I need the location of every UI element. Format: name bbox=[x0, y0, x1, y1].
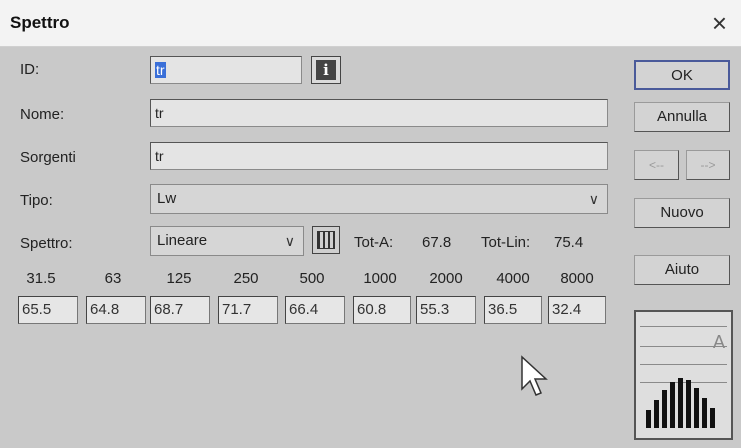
band-value-input[interactable]: 36.5 bbox=[484, 296, 542, 324]
spectrum-bar bbox=[686, 380, 691, 428]
freq-label: 63 bbox=[104, 270, 122, 287]
band-value-input[interactable]: 60.8 bbox=[353, 296, 411, 324]
tipo-value: Lw bbox=[157, 190, 177, 207]
freq-label: 4000 bbox=[496, 270, 530, 287]
freq-label: 125 bbox=[166, 270, 192, 287]
annulla-button[interactable]: Annulla bbox=[634, 102, 730, 132]
freq-label: 8000 bbox=[560, 270, 594, 287]
band-value-input[interactable]: 66.4 bbox=[285, 296, 345, 324]
prev-button[interactable]: <-- bbox=[634, 150, 679, 180]
spectrum-bar bbox=[678, 378, 683, 428]
sorgenti-field[interactable]: tr bbox=[150, 142, 608, 170]
spettro-label: Spettro: bbox=[20, 235, 73, 252]
calculator-button[interactable] bbox=[312, 226, 340, 254]
spectrum-bar bbox=[662, 390, 667, 428]
close-icon[interactable]: × bbox=[712, 8, 727, 38]
spettro-value: Lineare bbox=[157, 232, 208, 249]
spectrum-bar bbox=[710, 408, 715, 428]
band-value-input[interactable]: 32.4 bbox=[548, 296, 606, 324]
tipo-select[interactable]: Lw ∨ bbox=[150, 184, 608, 214]
freq-label: 1000 bbox=[363, 270, 397, 287]
gridline bbox=[640, 382, 727, 383]
band-value-input[interactable]: 65.5 bbox=[18, 296, 78, 324]
gridline bbox=[640, 326, 727, 327]
tot-lin-value: 75.4 bbox=[554, 234, 584, 251]
tot-lin-label: Tot-Lin: bbox=[481, 234, 531, 251]
spectrum-bar bbox=[694, 388, 699, 428]
info-button[interactable]: i bbox=[311, 56, 341, 84]
chevron-down-icon: ∨ bbox=[588, 191, 599, 207]
ok-button[interactable]: OK bbox=[634, 60, 730, 90]
spectrum-thumbnail: A bbox=[634, 310, 733, 440]
sorgenti-label: Sorgenti bbox=[20, 149, 76, 166]
id-label: ID: bbox=[20, 61, 40, 78]
chevron-down-icon: ∨ bbox=[284, 233, 295, 249]
weighting-label: A bbox=[712, 332, 725, 352]
tot-a-label: Tot-A: bbox=[354, 234, 394, 251]
next-button[interactable]: --> bbox=[686, 150, 730, 180]
aiuto-button[interactable]: Aiuto bbox=[634, 255, 730, 285]
spectrum-bar bbox=[646, 410, 651, 428]
nome-field[interactable]: tr bbox=[150, 99, 608, 127]
title-bar: Spettro × bbox=[0, 0, 741, 47]
calculator-icon bbox=[317, 231, 335, 249]
freq-label: 250 bbox=[233, 270, 259, 287]
spectrum-bar bbox=[702, 398, 707, 428]
nome-label: Nome: bbox=[20, 106, 65, 123]
band-value-input[interactable]: 71.7 bbox=[218, 296, 278, 324]
gridline bbox=[640, 364, 727, 365]
id-field[interactable]: tr bbox=[150, 56, 302, 84]
window-title: Spettro bbox=[10, 13, 70, 32]
tot-a-value: 67.8 bbox=[422, 234, 452, 251]
info-icon: i bbox=[316, 60, 336, 80]
nuovo-button[interactable]: Nuovo bbox=[634, 198, 730, 228]
freq-label: 500 bbox=[299, 270, 325, 287]
id-value: tr bbox=[155, 62, 166, 78]
spectrum-bar bbox=[670, 382, 675, 428]
band-value-input[interactable]: 55.3 bbox=[416, 296, 476, 324]
freq-label: 2000 bbox=[429, 270, 463, 287]
spectrum-bar bbox=[654, 400, 659, 428]
band-value-input[interactable]: 68.7 bbox=[150, 296, 210, 324]
band-value-input[interactable]: 64.8 bbox=[86, 296, 146, 324]
mouse-pointer-icon bbox=[521, 355, 548, 396]
freq-label: 31.5 bbox=[26, 270, 56, 287]
spettro-select[interactable]: Lineare ∨ bbox=[150, 226, 304, 256]
tipo-label: Tipo: bbox=[20, 192, 53, 209]
